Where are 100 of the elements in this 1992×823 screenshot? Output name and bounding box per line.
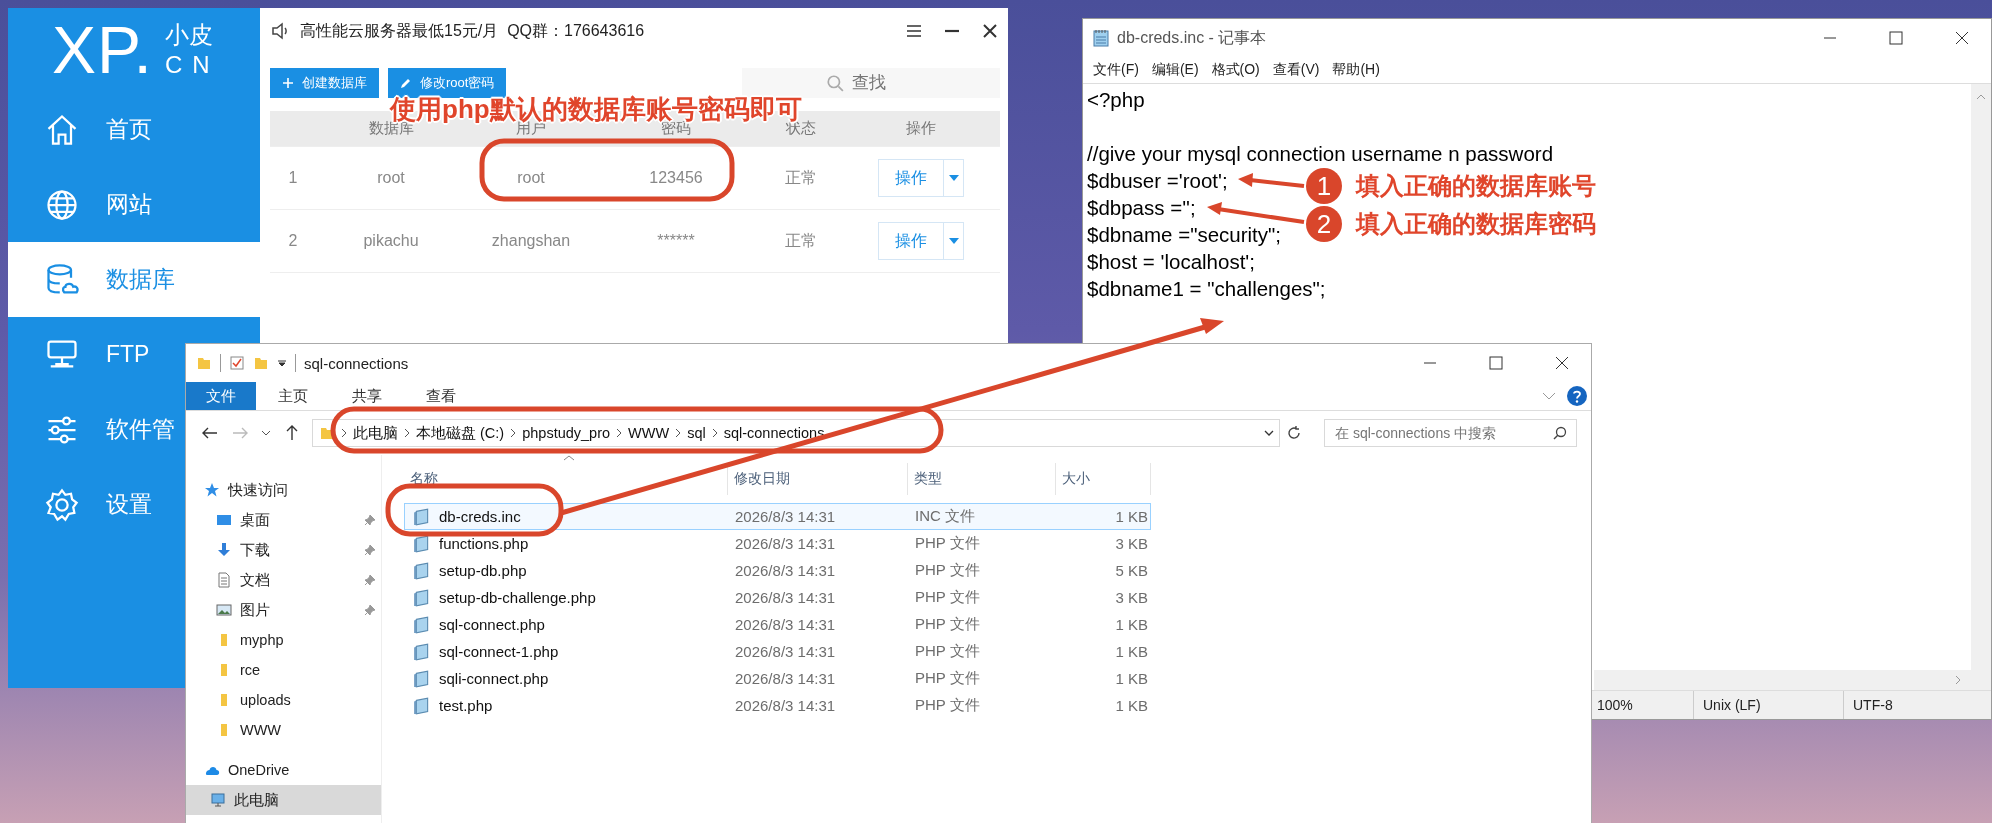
code-line: $dbpass =''; [1087, 195, 1196, 221]
code-line: $dbname1 = "challenges"; [1087, 276, 1326, 302]
code-line: $dbuser ='root'; [1087, 168, 1228, 194]
nav-item[interactable]: 此电脑 [186, 785, 381, 815]
file-row[interactable]: setup-db-challenge.php 2026/8/3 14:31 PHP 文件 3 KB [404, 584, 1151, 611]
breadcrumb-item[interactable]: phpstudy_pro [522, 425, 611, 441]
ribbon-tab[interactable]: 主页 [256, 382, 330, 410]
nav-item[interactable]: WWW [186, 715, 381, 745]
file-name: sql-connect.php [439, 616, 545, 633]
breadcrumb-item[interactable]: sql-connections [723, 425, 825, 441]
table-cell-text: PHP 文件 [914, 696, 981, 715]
table-cell-text: 3 KB [1114, 535, 1149, 552]
menu-item[interactable]: 文件(F) [1093, 61, 1139, 79]
table-cell-text: 2026/8/3 14:31 [734, 670, 837, 687]
table-cell: root [377, 169, 405, 187]
table-cell-text: 2026/8/3 14:31 [734, 562, 837, 579]
table-cell-text: 3 KB [1114, 589, 1149, 606]
column-header[interactable]: 修改日期 [728, 463, 908, 495]
file-row[interactable]: setup-db.php 2026/8/3 14:31 PHP 文件 5 KB [404, 557, 1151, 584]
breadcrumb-item[interactable]: 此电脑 [353, 423, 398, 443]
table-cell: ****** [657, 232, 695, 250]
table-cell-text: 1 KB [1114, 643, 1149, 660]
search-field[interactable]: 查找 [742, 68, 1000, 98]
file-row[interactable]: sql-connect-1.php 2026/8/3 14:31 PHP 文件 1 KB [404, 638, 1151, 665]
file-name: db-creds.inc [439, 508, 521, 525]
search-field[interactable]: 在 sql-connections 中搜索 [1324, 419, 1577, 447]
table-cell-text: 1 KB [1114, 616, 1149, 633]
file-row[interactable]: sql-connect.php 2026/8/3 14:31 PHP 文件 1 KB [404, 611, 1151, 638]
table-cell: 1 [288, 169, 298, 187]
breadcrumb-item[interactable]: 本地磁盘 (C:) [416, 423, 505, 443]
nav-item[interactable]: myphp [186, 625, 381, 655]
logo-text: 小皮 [164, 20, 214, 50]
annotation-text: 填入正确的数据库密码 [1356, 209, 1596, 239]
table-cell-text: PHP 文件 [914, 561, 981, 580]
table-cell-text: 1 KB [1114, 670, 1149, 687]
table-cell-text: 5 KB [1114, 562, 1149, 579]
nav-item[interactable]: uploads [186, 685, 381, 715]
table-cell-text: 1 KB [1114, 508, 1149, 525]
file-row[interactable]: db-creds.inc 2026/8/3 14:31 INC 文件 1 KB [404, 503, 1151, 530]
code-line: <?php [1087, 87, 1145, 113]
nav-item[interactable]: rce [186, 655, 381, 685]
annotation-text: 填入正确的数据库账号 [1356, 171, 1596, 201]
table-cell-text: 2026/8/3 14:31 [734, 535, 837, 552]
file-row[interactable]: test.php 2026/8/3 14:31 PHP 文件 1 KB [404, 692, 1151, 719]
table-cell-text: PHP 文件 [914, 588, 981, 607]
nav-item[interactable]: 文档 [186, 565, 381, 595]
nav-item[interactable]: 快速访问 [186, 475, 381, 505]
table-cell-text: 1 KB [1114, 697, 1149, 714]
nav-item[interactable]: OneDrive [186, 755, 381, 785]
ribbon-tab[interactable]: 文件 [186, 382, 256, 410]
column-header: 操作 [906, 119, 936, 138]
table-cell-text: INC 文件 [914, 507, 976, 526]
file-name: setup-db.php [439, 562, 527, 579]
table-cell: pikachu [363, 232, 419, 250]
menu-item[interactable]: 编辑(E) [1151, 61, 1199, 79]
table-cell-text: 2026/8/3 14:31 [734, 697, 837, 714]
table-cell-text: 2026/8/3 14:31 [734, 589, 837, 606]
menu-item[interactable]: 查看(V) [1272, 61, 1320, 79]
table-cell-text: 2026/8/3 14:31 [734, 508, 837, 525]
breadcrumb-item[interactable]: sql [687, 425, 706, 441]
table-cell-text: PHP 文件 [914, 642, 981, 661]
ribbon-tab[interactable]: 共享 [330, 382, 404, 410]
address-bar[interactable]: 此电脑 本地磁盘 (C:) phpstudy_pro WWW sql sql-connections [312, 419, 1280, 447]
table-cell-text: 2026/8/3 14:31 [734, 643, 837, 660]
table-cell: root [517, 169, 545, 187]
table-cell-text: PHP 文件 [914, 615, 981, 634]
menu-item[interactable]: 帮助(H) [1332, 61, 1380, 79]
file-row[interactable]: functions.php 2026/8/3 14:31 PHP 文件 3 KB [404, 530, 1151, 557]
table-cell: 123456 [649, 169, 703, 187]
window-title: db-creds.inc - 记事本 [1117, 27, 1268, 48]
sidebar-item[interactable]: 数据库 [8, 242, 260, 317]
nav-item[interactable]: 桌面 [186, 505, 381, 535]
file-name: setup-db-challenge.php [439, 589, 596, 606]
table-cell-text: 2026/8/3 14:31 [734, 616, 837, 633]
table-cell-text: PHP 文件 [914, 534, 981, 553]
column-header[interactable]: 大小 [1056, 463, 1151, 495]
banner-text: 高性能云服务器最低15元/月 QQ群：176643616 [300, 20, 646, 41]
menu-item[interactable]: 格式(O) [1211, 61, 1260, 79]
table-cell: 2 [288, 232, 298, 250]
ribbon-tab[interactable]: 查看 [404, 382, 478, 410]
table-cell-text: PHP 文件 [914, 669, 981, 688]
code-line: $host = 'localhost'; [1087, 249, 1255, 275]
window-title: sql-connections [304, 354, 410, 372]
column-header[interactable]: 名称 [404, 463, 728, 495]
file-name: sql-connect-1.php [439, 643, 559, 660]
column-header[interactable]: 类型 [908, 463, 1056, 495]
table-cell-text: 正常 [785, 167, 817, 188]
logo-text: CN [164, 50, 220, 80]
status-text: UTF-8 [1843, 691, 1991, 719]
logo-text: XP. [52, 17, 153, 83]
breadcrumb-item[interactable]: WWW [628, 425, 670, 441]
status-text: Unix (LF) [1693, 691, 1843, 719]
table-cell-text: 正常 [785, 230, 817, 251]
code-line: //give your mysql connection username n password [1087, 141, 1554, 167]
nav-item[interactable]: 图片 [186, 595, 381, 625]
file-name: sqli-connect.php [439, 670, 549, 687]
file-name: test.php [439, 697, 493, 714]
code-line: $dbname ="security"; [1087, 222, 1282, 248]
nav-item[interactable]: 下载 [186, 535, 381, 565]
file-row[interactable]: sqli-connect.php 2026/8/3 14:31 PHP 文件 1 KB [404, 665, 1151, 692]
